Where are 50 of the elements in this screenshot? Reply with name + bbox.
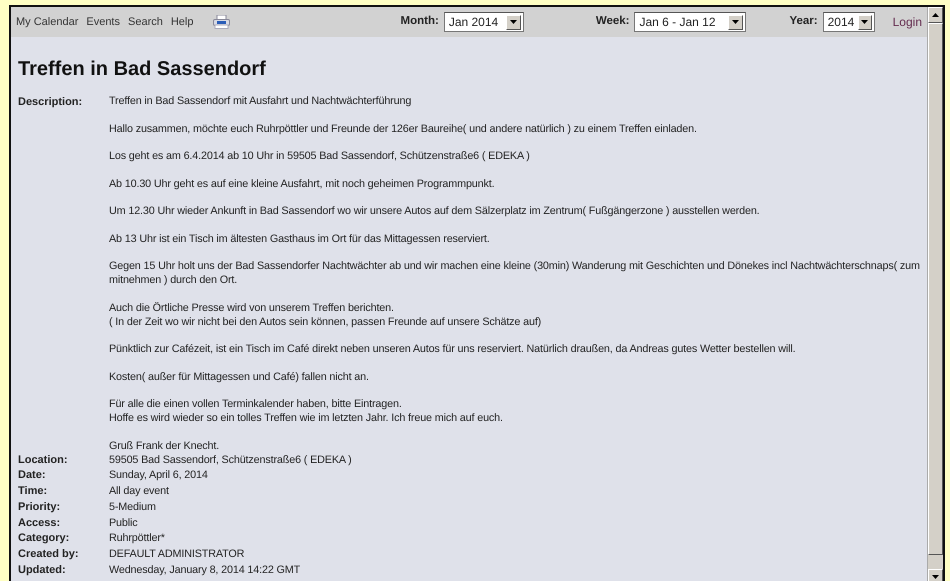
field-label: Time: (18, 484, 48, 500)
description-paragraph: Ab 13 Uhr ist ein Tisch im ältesten Gasthaus im Ort für das Mittagessen reserviert. (109, 232, 491, 246)
field-label: Date: (18, 468, 47, 484)
caret-icon (858, 14, 872, 30)
field-value: Wednesday, January 8, 2014 14:22 GMT (109, 563, 302, 578)
login-link[interactable]: Login (892, 13, 922, 31)
down-arrow-icon (932, 575, 939, 579)
up-arrow-icon (932, 13, 939, 17)
field-value: DEFAULT ADMINISTRATOR (109, 547, 246, 562)
description-paragraph: Treffen in Bad Sassendorf mit Ausfahrt und Nachtwächterführung (109, 94, 412, 108)
description-paragraph: Gegen 15 Uhr holt uns der Bad Sassendorfer Nachtwächter ab und wir machen eine kleine (30min) Wanderung mit Geschichten und Dönekes incl Nachtwächterschnaps( zum mitnehmen ) durch den Ort. (109, 259, 921, 287)
menu-link[interactable]: Search (128, 14, 163, 30)
field-value: Sunday, April 6, 2014 (109, 468, 209, 484)
dropdown[interactable]: Jan 6 - Jan 12 (634, 12, 746, 32)
menu-link[interactable]: Events (86, 14, 120, 30)
field-value: All day event (109, 484, 170, 500)
caret-icon (506, 14, 521, 30)
description-paragraph: Um 12.30 Uhr wieder Ankunft in Bad Sassendorf wo wir unsere Autos auf dem Sälzerplatz im Zentrum( Fußgängerzone ) ausstellen werden. (109, 204, 761, 218)
field-label: Location: (18, 452, 68, 468)
field-label: Updated: (18, 563, 67, 578)
description-paragraph: Hallo zusammen, möchte euch Ruhrpöttler und Freunde der 126er Baureihe( und andere natürlich ) zu einem Treffen einladen. (109, 122, 698, 136)
field-label: Month: (400, 14, 439, 30)
field-label: Week: (596, 14, 630, 30)
scroll-up-button[interactable] (928, 7, 943, 23)
field-label: Description: (18, 95, 84, 110)
caret-icon (728, 14, 744, 30)
field-label: Year: (789, 14, 818, 30)
event-title: Treffen in Bad Sassendorf (18, 57, 267, 82)
description-paragraph: Ab 10.30 Uhr geht es auf eine kleine Ausfahrt, mit noch geheimen Programmpunkt. (109, 176, 496, 190)
field-label: Access: (18, 516, 62, 531)
description-paragraph: Für alle die einen vollen Terminkalender haben, bitte Eintragen. Hoffe es wird wieder so ein tolles Treffen wie im letzten Jahr. Ich freue mich auf euch. (109, 397, 504, 425)
description-paragraph: Gruß Frank der Knecht. (109, 438, 220, 452)
description-paragraph: Los geht es am 6.4.2014 ab 10 Uhr in 59505 Bad Sassendorf, Schützenstraße6 ( EDEKA ) (109, 149, 531, 163)
field-label: Priority: (18, 500, 62, 515)
dropdown[interactable]: Jan 2014 (444, 12, 524, 32)
dropdown[interactable]: 2014 (822, 12, 875, 32)
printer-icon[interactable] (213, 15, 230, 29)
field-label: Created by: (18, 547, 80, 562)
field-value: Ruhrpöttler* (109, 531, 166, 546)
scroll-down-button[interactable] (928, 569, 943, 581)
description-paragraph: Kosten( außer für Mittagessen und Café) fallen nicht an. (109, 370, 370, 384)
field-value: 59505 Bad Sassendorf, Schützenstraße6 ( EDEKA ) (109, 452, 353, 468)
menu-link[interactable]: My Calendar (16, 14, 78, 30)
scroll-thumb[interactable] (928, 23, 943, 555)
field-value: Public (109, 516, 139, 531)
field-value: 5-Medium (109, 500, 157, 515)
field-label: Category: (18, 531, 70, 546)
description-paragraph: Auch die Örtliche Presse wird von unserem Treffen berichten. ( In der Zeit wo wir nicht bei den Autos sein können, passen Freunde auf unsere Schätze auf) (109, 300, 542, 328)
menu-link[interactable]: Help (170, 14, 194, 30)
description-paragraph: Pünktlich zur Cafézeit, ist ein Tisch im Café direkt neben unseren Autos für uns reserviert. Natürlich draußen, da Andreas gutes Wetter bestellen will. (109, 342, 796, 356)
